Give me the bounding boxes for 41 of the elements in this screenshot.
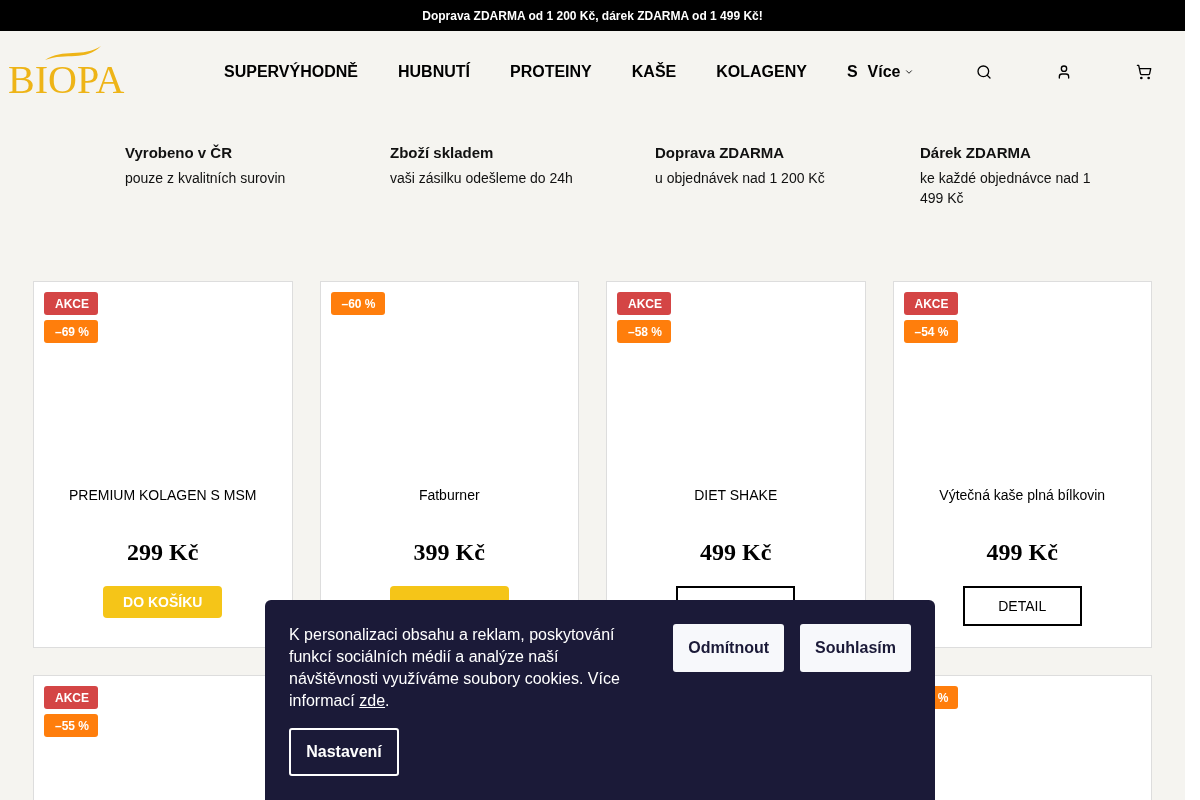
nav-link[interactable]: SUPERVÝHODNĚ	[224, 59, 358, 84]
product-name: Fatburner	[418, 486, 480, 505]
detail-button[interactable]: DETAIL	[962, 586, 1082, 626]
nav-link[interactable]: KOLAGENY	[716, 59, 807, 84]
nav-link[interactable]: KAŠE	[631, 59, 677, 84]
search-icon[interactable]	[976, 63, 993, 80]
nav-link[interactable]: PROTEINY	[509, 59, 592, 84]
product-name: DIET SHAKE	[694, 486, 778, 505]
product-name: Výtečná kaše plná bílkovin	[939, 486, 1106, 505]
settings-button[interactable]: Nastavení	[289, 728, 399, 776]
discount-badge: –69 %	[44, 320, 98, 343]
feature-title: Dárek ZDARMA	[920, 143, 1032, 163]
discount-badge: –60 %	[330, 292, 385, 315]
product-name: PREMIUM KOLAGEN S MSM	[69, 486, 257, 505]
feature-title: Vyrobeno v ČR	[125, 143, 233, 163]
feature-title: Doprava ZDARMA	[655, 143, 786, 163]
discount-badge: AKCE	[44, 292, 98, 315]
decline-button[interactable]: Odmítnout	[673, 624, 785, 672]
feature-text: u objednávek nad 1 200 Kč	[655, 168, 826, 188]
feature-title: Zboží skladem	[390, 143, 495, 163]
feature-text: pouze z kvalitních surovin	[125, 168, 287, 188]
info-link[interactable]: zde	[359, 692, 386, 709]
product-price: 299 Kč	[127, 538, 199, 567]
promo-text: Doprava ZDARMA od 1 200 Kč, dárek ZDARMA od 1 499 Kč!	[422, 7, 763, 25]
nav-link[interactable]: HUBNUTÍ	[397, 59, 470, 84]
product-price: 499 Kč	[700, 538, 772, 567]
discount-badge: AKCE	[617, 292, 671, 315]
feature-text: vaši zásilku odešleme do 24h	[390, 168, 574, 188]
accept-button[interactable]: Souhlasím	[800, 624, 911, 672]
cart-icon[interactable]	[1136, 63, 1153, 80]
product-price: 499 Kč	[986, 538, 1058, 567]
more-menu-button[interactable]: Více	[867, 59, 915, 84]
feature-text: ke každé objednávce nad 1 499 Kč	[920, 168, 1092, 208]
discount-badge: AKCE	[44, 686, 98, 709]
discount-badge: –54 %	[903, 320, 958, 343]
product-price: 399 Kč	[413, 538, 485, 567]
discount-badge: –55 %	[44, 714, 98, 737]
nav-link[interactable]: S	[846, 59, 858, 84]
cookie-text: K personalizaci obsahu a reklam, poskytování funkcí sociálních médií a analýze naší návštěvnosti využíváme soubory cookies. Více informací zde.	[289, 625, 621, 711]
discount-badge: –58 %	[617, 320, 671, 343]
discount-badge: AKCE	[903, 292, 958, 315]
